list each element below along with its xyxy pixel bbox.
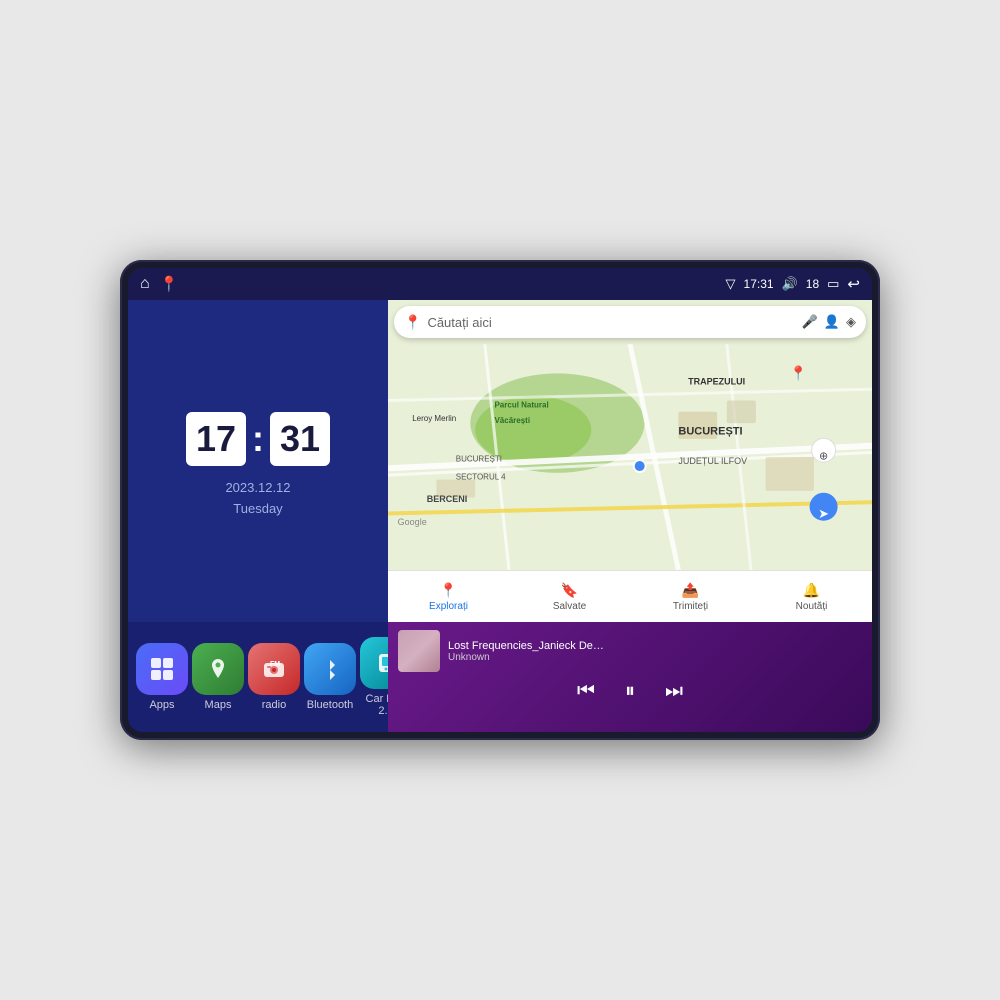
home-icon[interactable]: ⌂ (140, 275, 150, 293)
music-thumbnail (398, 630, 440, 672)
maps-pin-icon[interactable]: 📍 (160, 275, 179, 293)
svg-text:➤: ➤ (818, 506, 829, 521)
map-svg: BUCUREȘTI JUDEȚUL ILFOV BERCENI TRAPEZUL… (388, 344, 872, 570)
status-left-icons: ⌂ 📍 (140, 275, 178, 293)
saved-icon: 🔖 (561, 582, 578, 599)
apps-icon (136, 643, 188, 695)
back-icon[interactable]: ↩ (847, 275, 860, 293)
maps-label: Maps (205, 699, 232, 711)
account-icon[interactable]: 👤 (824, 314, 840, 330)
clock-hour: 17 (196, 418, 236, 459)
apps-label: Apps (149, 699, 174, 711)
saved-label: Salvate (553, 601, 586, 612)
next-button[interactable]: ⏭ (665, 680, 683, 703)
music-panel: Lost Frequencies_Janieck Devy-... Unknow… (388, 622, 872, 732)
app-item-maps[interactable]: Maps (192, 643, 244, 711)
clock-widget: 17 : 31 2023.12.12 Tuesday (128, 300, 388, 622)
app-item-apps[interactable]: Apps (136, 643, 188, 711)
maps-logo-icon: 📍 (404, 314, 421, 331)
news-label: Noutăți (796, 601, 828, 612)
status-bar: ⌂ 📍 ▽ 17:31 🔊 18 ▭ ↩ (128, 268, 872, 300)
music-artist: Unknown (448, 652, 862, 663)
map-canvas: BUCUREȘTI JUDEȚUL ILFOV BERCENI TRAPEZUL… (388, 344, 872, 570)
send-icon: 📤 (682, 582, 699, 599)
status-time: 17:31 (744, 277, 774, 291)
play-pause-button[interactable]: ⏸ (625, 680, 635, 703)
svg-text:FM: FM (270, 661, 280, 668)
radio-icon: FM (248, 643, 300, 695)
send-label: Trimiteți (673, 601, 708, 612)
map-nav-saved[interactable]: 🔖 Salvate (509, 582, 630, 612)
clock-display: 17 : 31 (186, 412, 330, 466)
map-search-text[interactable]: Căutați aici (427, 315, 795, 330)
radio-label: radio (262, 699, 286, 711)
clock-hour-tile: 17 (186, 412, 246, 466)
map-search-actions: 🎤 👤 ◈ (802, 314, 856, 330)
status-right-info: ▽ 17:31 🔊 18 ▭ ↩ (726, 275, 860, 293)
svg-text:Google: Google (398, 517, 427, 527)
clock-date-text: 2023.12.12 (225, 478, 290, 499)
map-bottom-nav: 📍 Explorați 🔖 Salvate 📤 Trimiteți � (388, 570, 872, 622)
app-grid: Apps Maps (128, 622, 388, 732)
svg-text:📍: 📍 (790, 365, 807, 382)
svg-text:⊕: ⊕ (819, 450, 828, 462)
map-section: 📍 Căutați aici 🎤 👤 ◈ (388, 300, 872, 622)
music-album-art (398, 630, 440, 672)
microphone-icon[interactable]: 🎤 (802, 314, 818, 330)
clock-day-text: Tuesday (225, 499, 290, 520)
signal-icon: ▽ (726, 276, 736, 292)
music-controls: ⏮ ⏸ ⏭ (398, 680, 862, 703)
svg-text:JUDEȚUL ILFOV: JUDEȚUL ILFOV (678, 456, 747, 466)
prev-button[interactable]: ⏮ (577, 680, 595, 703)
map-search-bar[interactable]: 📍 Căutați aici 🎤 👤 ◈ (394, 306, 866, 338)
news-icon: 🔔 (803, 582, 820, 599)
car-head-unit: ⌂ 📍 ▽ 17:31 🔊 18 ▭ ↩ 17 (120, 260, 880, 740)
clock-date: 2023.12.12 Tuesday (225, 478, 290, 520)
svg-text:TRAPEZULUI: TRAPEZULUI (688, 377, 745, 387)
battery-icon: ▭ (827, 276, 839, 292)
music-title: Lost Frequencies_Janieck Devy-... (448, 640, 608, 652)
music-text: Lost Frequencies_Janieck Devy-... Unknow… (448, 640, 862, 663)
layers-icon[interactable]: ◈ (846, 314, 856, 330)
clock-minute-tile: 31 (270, 412, 330, 466)
svg-text:BERCENI: BERCENI (427, 494, 468, 504)
svg-text:Leroy Merlin: Leroy Merlin (412, 414, 456, 423)
main-content: 17 : 31 2023.12.12 Tuesday (128, 300, 872, 732)
volume-level: 18 (806, 277, 819, 291)
bluetooth-icon (304, 643, 356, 695)
device-screen: ⌂ 📍 ▽ 17:31 🔊 18 ▭ ↩ 17 (128, 268, 872, 732)
svg-text:Parcul Natural: Parcul Natural (494, 400, 548, 409)
app-item-bluetooth[interactable]: Bluetooth (304, 643, 356, 711)
map-background: 📍 Căutați aici 🎤 👤 ◈ (388, 300, 872, 570)
map-nav-send[interactable]: 📤 Trimiteți (630, 582, 751, 612)
map-area[interactable]: 📍 Căutați aici 🎤 👤 ◈ (388, 300, 872, 570)
map-nav-explore[interactable]: 📍 Explorați (388, 582, 509, 612)
map-nav-news[interactable]: 🔔 Noutăți (751, 582, 872, 612)
volume-icon: 🔊 (782, 276, 798, 292)
maps-icon (192, 643, 244, 695)
bluetooth-label: Bluetooth (307, 699, 353, 711)
right-column: 📍 Căutați aici 🎤 👤 ◈ (388, 300, 872, 732)
svg-text:BUCUREȘTI: BUCUREȘTI (678, 425, 742, 437)
explore-label: Explorați (429, 601, 468, 612)
left-panel: 17 : 31 2023.12.12 Tuesday (128, 300, 388, 732)
clock-minute: 31 (280, 418, 320, 459)
app-item-radio[interactable]: FM radio (248, 643, 300, 711)
music-info: Lost Frequencies_Janieck Devy-... Unknow… (398, 630, 862, 672)
svg-text:BUCUREȘTI: BUCUREȘTI (456, 455, 502, 464)
svg-text:SECTORUL 4: SECTORUL 4 (456, 473, 506, 482)
explore-icon: 📍 (440, 582, 457, 599)
svg-text:Văcărești: Văcărești (494, 416, 530, 425)
clock-colon: : (252, 418, 264, 460)
